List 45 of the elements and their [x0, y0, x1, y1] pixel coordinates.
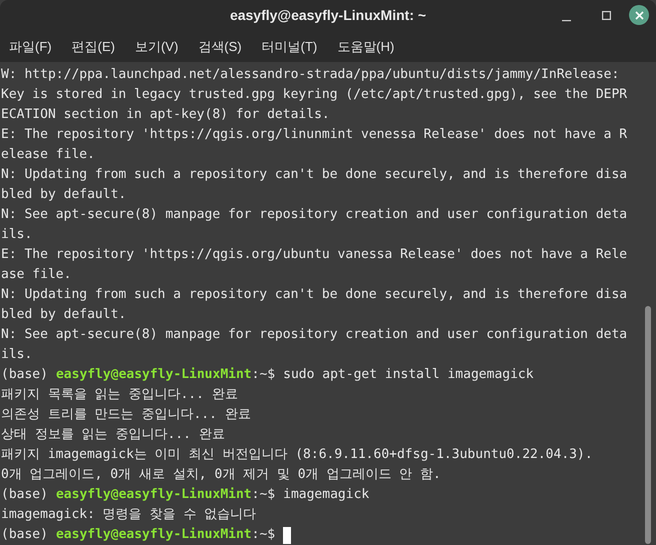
prompt-path: :~$	[252, 486, 276, 504]
output-line: 패키지 목록을 읽는 중입니다... 완료	[1, 386, 238, 404]
output-line: Key is stored in legacy trusted.gpg keyring (/etc/apt/trusted.gpg), see the DEPR	[1, 86, 628, 104]
output-line: N: Updating from such a repository can't be done securely, and is therefore disa	[1, 286, 628, 304]
output-line: bled by default.	[1, 186, 126, 204]
output-line: N: See apt-secure(8) manpage for repository creation and user configuration deta	[1, 206, 628, 224]
prompt-path: :~$	[252, 526, 276, 544]
command-text: imagemagick	[283, 486, 370, 504]
menu-item[interactable]: 터미널(T)	[258, 36, 320, 56]
maximize-icon	[602, 10, 610, 20]
prompt-user-host: easyfly@easyfly-LinuxMint	[56, 366, 252, 384]
prompt-env: (base)	[1, 366, 48, 384]
menu-item[interactable]: 파일(F)	[6, 36, 55, 56]
output-line: E: The repository 'https://qgis.org/linunmint venessa Release' does not have a R	[1, 126, 628, 144]
output-line: ils.	[1, 226, 32, 244]
menu-item[interactable]: 검색(S)	[195, 36, 245, 56]
close-icon	[634, 10, 644, 20]
close-button[interactable]	[629, 5, 649, 25]
output-line: N: Updating from such a repository can't be done securely, and is therefore disa	[1, 166, 628, 184]
prompt-path: :~$	[252, 366, 276, 384]
minimize-icon	[562, 20, 570, 22]
prompt-user-host: easyfly@easyfly-LinuxMint	[56, 526, 252, 544]
output-line: ECATION section in apt-key(8) for details.	[1, 106, 330, 124]
output-line: 상태 정보를 읽는 중입니다... 완료	[1, 426, 225, 444]
maximize-button[interactable]	[600, 9, 612, 21]
output-line: ils.	[1, 346, 32, 364]
prompt-user-host: easyfly@easyfly-LinuxMint	[56, 486, 252, 504]
prompt-env: (base)	[1, 486, 48, 504]
output-line: ase file.	[1, 266, 72, 284]
output-line: 패키지 imagemagick는 이미 최신 버전입니다 (8:6.9.11.60+dfsg-1.3ubuntu0.22.04.3).	[1, 446, 593, 464]
prompt-env: (base)	[1, 526, 48, 544]
output-line: E: The repository 'https://qgis.org/ubuntu vanessa Release' does not have a Rele	[1, 246, 628, 264]
output-line: N: See apt-secure(8) manpage for repository creation and user configuration deta	[1, 326, 628, 344]
menu-item[interactable]: 보기(V)	[132, 36, 182, 56]
output-line: 0개 업그레이드, 0개 새로 설치, 0개 제거 및 0개 업그레이드 안 함.	[1, 466, 441, 484]
command-text: sudo apt-get install imagemagick	[283, 366, 534, 384]
window-title: easyfly@easyfly-LinuxMint: ~	[230, 6, 426, 25]
output-line: imagemagick: 명령을 찾을 수 없습니다	[1, 506, 256, 524]
output-line: 의존성 트리를 만드는 중입니다... 완료	[1, 406, 251, 424]
output-line: W: http://ppa.launchpad.net/alessandro-strada/ppa/ubuntu/dists/jammy/InRelease:	[1, 66, 620, 84]
output-line: bled by default.	[1, 306, 126, 324]
scrollbar-thumb[interactable]	[645, 306, 651, 544]
menu-item[interactable]: 도움말(H)	[334, 36, 398, 56]
menu-item[interactable]: 편집(E)	[68, 36, 118, 56]
output-line: elease file.	[1, 146, 95, 164]
